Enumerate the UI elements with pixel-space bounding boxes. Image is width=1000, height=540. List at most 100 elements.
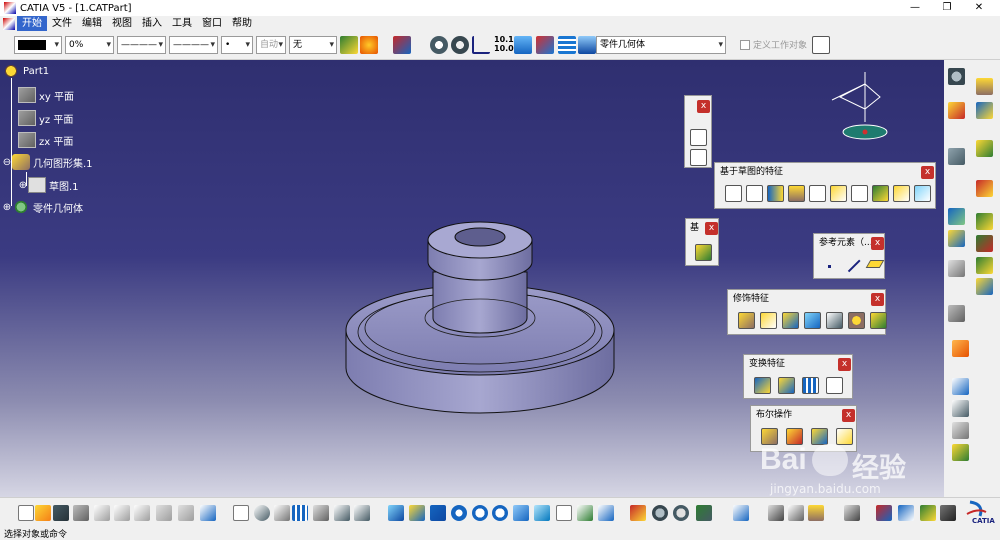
shell-icon[interactable] — [804, 312, 821, 329]
curvature-icon[interactable] — [920, 505, 936, 521]
text-icon[interactable] — [952, 378, 969, 395]
remove-icon[interactable] — [811, 428, 828, 445]
snap-scale-label[interactable]: 10.1 10.0 — [494, 35, 514, 53]
axis-icon[interactable] — [472, 36, 490, 54]
compass[interactable] — [822, 62, 892, 148]
material-icon[interactable] — [652, 505, 668, 521]
zoom-in-icon[interactable] — [472, 505, 488, 521]
fillet-icon[interactable] — [738, 312, 755, 329]
panel-close-button[interactable]: x — [838, 358, 851, 371]
sketch-tool-icon[interactable] — [690, 129, 707, 146]
rotate-icon[interactable] — [430, 36, 448, 54]
pocket-icon[interactable] — [746, 185, 763, 202]
panel-close-button[interactable]: x — [871, 293, 884, 306]
3d-viewport[interactable]: Part1 xy 平面 yz 平面 zx 平面 ⊖ 几何图形集.1 ⊕ 草图.1… — [0, 60, 944, 497]
measure-item-icon[interactable] — [788, 505, 804, 521]
remove-face-icon[interactable] — [870, 312, 887, 329]
pattern-tool-icon[interactable] — [948, 208, 965, 225]
menu-insert[interactable]: 插入 — [137, 16, 167, 31]
tree-item-xy-plane[interactable]: xy 平面 — [18, 87, 74, 103]
menu-help[interactable]: 帮助 — [227, 16, 257, 31]
view-help-icon[interactable] — [556, 505, 572, 521]
fit-all-icon[interactable] — [409, 505, 425, 521]
layer-auto-select[interactable]: 自动 — [256, 36, 286, 54]
expand-icon[interactable]: ⊕ — [2, 202, 12, 213]
collapse-icon[interactable]: ⊖ — [2, 157, 12, 168]
base-feature-icon[interactable] — [695, 244, 712, 261]
redo-icon[interactable] — [178, 505, 194, 521]
close-button[interactable]: ✕ — [964, 0, 994, 16]
thickness-icon[interactable] — [826, 312, 843, 329]
menu-start[interactable]: 开始 — [17, 16, 47, 31]
restore-button[interactable]: ❐ — [932, 0, 962, 16]
surface-icon[interactable] — [976, 140, 993, 157]
save-icon[interactable] — [53, 505, 69, 521]
catalog-icon[interactable] — [393, 36, 411, 54]
lock-icon[interactable] — [952, 444, 969, 461]
remove-loft-icon[interactable] — [914, 185, 931, 202]
zoom-out-icon[interactable] — [492, 505, 508, 521]
pan-icon[interactable] — [430, 505, 446, 521]
apply-material-icon[interactable] — [844, 505, 860, 521]
normal-view-icon[interactable] — [513, 505, 529, 521]
cut-icon[interactable] — [94, 505, 110, 521]
body-icon[interactable] — [578, 36, 596, 54]
thread-analysis-icon[interactable] — [940, 505, 956, 521]
line-icon[interactable] — [847, 259, 861, 272]
plane-tool-icon[interactable] — [865, 260, 885, 268]
tree-item-yz-plane[interactable]: yz 平面 — [18, 110, 73, 126]
positioned-sketch-icon[interactable] — [690, 149, 707, 166]
analysis-tool-icon[interactable] — [876, 505, 892, 521]
point-style-select[interactable]: • — [221, 36, 253, 54]
tree-item-geometric-set[interactable]: ⊖ 几何图形集.1 — [2, 154, 93, 170]
hole-icon[interactable] — [788, 185, 805, 202]
thread-icon[interactable] — [848, 312, 865, 329]
print-icon[interactable] — [73, 505, 89, 521]
cursor-icon[interactable] — [952, 340, 969, 357]
design-table-icon[interactable] — [292, 505, 308, 521]
shaft-icon[interactable] — [767, 185, 784, 202]
view-mode-icon[interactable] — [514, 36, 532, 54]
feature-yellow-icon[interactable] — [976, 257, 993, 274]
paint-icon[interactable] — [976, 180, 993, 197]
whats-this-icon[interactable] — [200, 505, 216, 521]
hierarchy-icon[interactable] — [334, 505, 350, 521]
current-body-select[interactable]: 零件几何体 — [596, 36, 726, 54]
swap-space-icon[interactable] — [598, 505, 614, 521]
menu-tools[interactable]: 工具 — [167, 16, 197, 31]
undo-icon[interactable] — [156, 505, 172, 521]
layers-icon[interactable] — [558, 36, 576, 54]
point-icon[interactable] — [828, 265, 831, 268]
color-select[interactable] — [14, 36, 62, 54]
flag-note-icon[interactable] — [952, 400, 969, 417]
swap-icon[interactable] — [354, 505, 370, 521]
annotation-icon[interactable] — [948, 230, 965, 247]
feature-blue-icon[interactable] — [976, 278, 993, 295]
transparency-select[interactable]: 0% — [65, 36, 114, 54]
draft-icon[interactable] — [782, 312, 799, 329]
measure-between-icon[interactable] — [768, 505, 784, 521]
measure-inertia-icon[interactable] — [808, 505, 824, 521]
frame-icon[interactable] — [948, 305, 965, 322]
groove-icon[interactable] — [809, 185, 826, 202]
constraint-icon[interactable] — [948, 148, 965, 165]
mirror-icon[interactable] — [778, 377, 795, 394]
panel-close-button[interactable]: x — [842, 409, 855, 422]
tree-item-zx-plane[interactable]: zx 平面 — [18, 132, 73, 148]
tree-structure-icon[interactable] — [313, 505, 329, 521]
iso-view-icon[interactable] — [534, 505, 550, 521]
pattern-icon[interactable] — [802, 377, 819, 394]
menu-file[interactable]: 文件 — [47, 16, 77, 31]
gear-icon[interactable] — [948, 68, 965, 85]
slot-icon[interactable] — [851, 185, 868, 202]
translation-icon[interactable] — [754, 377, 771, 394]
tree-item-sketch[interactable]: ⊕ 草图.1 — [18, 177, 79, 193]
render-icon[interactable] — [696, 505, 712, 521]
cylinder-icon[interactable] — [976, 78, 993, 95]
table-icon[interactable] — [948, 260, 965, 277]
pad-icon[interactable] — [725, 185, 742, 202]
paste-icon[interactable] — [134, 505, 150, 521]
stiffener-icon[interactable] — [872, 185, 889, 202]
panel-close-button[interactable]: x — [921, 166, 934, 179]
linetype-select[interactable]: ———— — [117, 36, 166, 54]
